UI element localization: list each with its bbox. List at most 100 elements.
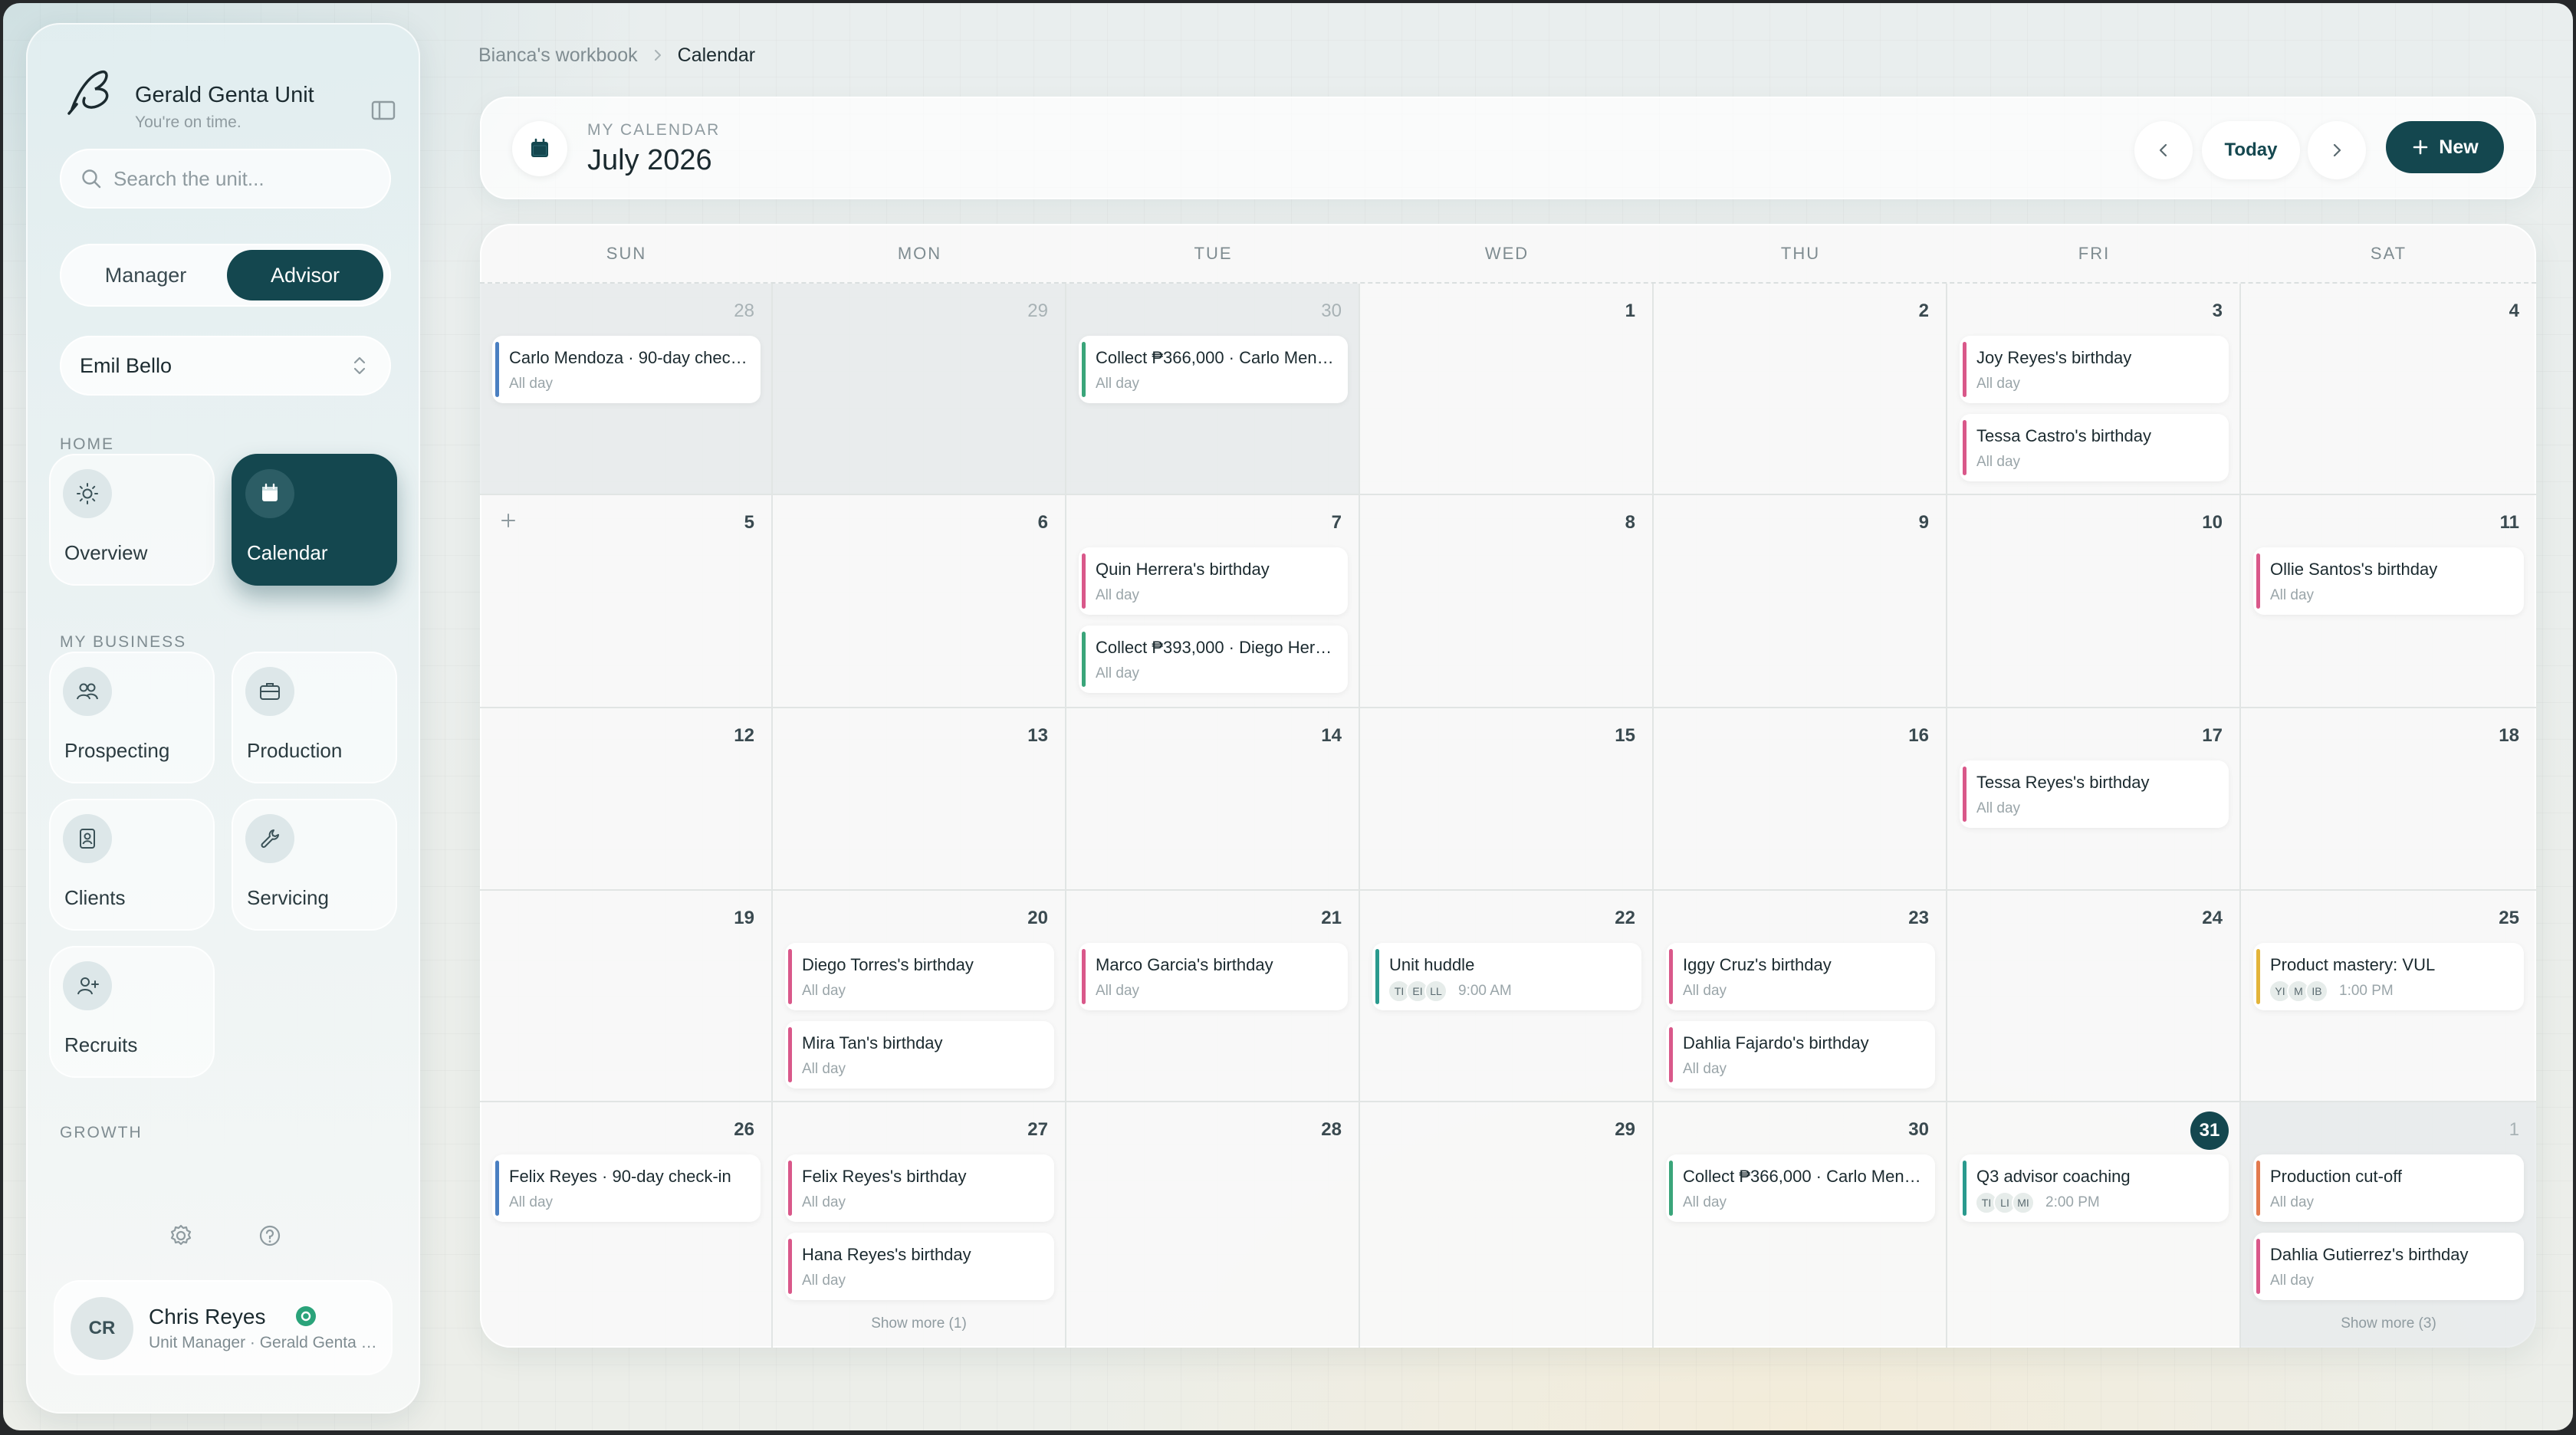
date-number: 27 [1027,1119,1048,1140]
event-card[interactable]: Marco Garcia's birthday All day [1079,943,1348,1010]
event-card[interactable]: Collect ₱366,000 · Carlo Mendoza All day [1079,336,1348,403]
nav-tile-clients[interactable]: Clients [49,799,215,931]
day-cell[interactable]: 8 [1360,495,1654,708]
event-card[interactable]: Quin Herrera's birthday All day [1079,547,1348,615]
day-cell[interactable]: 10 [1947,495,2241,708]
event-card[interactable]: Product mastery: VUL YI M IB 1:00 PM [2253,943,2524,1010]
event-title: Carlo Mendoza · 90-day check-in [509,348,750,367]
day-cell[interactable]: 13 [773,708,1066,891]
day-cell[interactable]: 16 [1654,708,1947,891]
sidebar-collapse-icon[interactable] [368,95,399,126]
event-card[interactable]: Ollie Santos's birthday All day [2253,547,2524,615]
date-number: 25 [2499,908,2519,928]
event-card[interactable]: Unit huddle TI EI LL 9:00 AM [1372,943,1641,1010]
chevron-right-icon [654,50,661,61]
weekday-label: FRI [2078,244,2111,263]
event-card[interactable]: Tessa Reyes's birthday All day [1960,760,2229,828]
event-title: Ollie Santos's birthday [2270,560,2438,579]
date-number: 11 [2499,512,2519,533]
day-cell[interactable]: 17 Tessa Reyes's birthday All day [1947,708,2241,891]
add-event-icon[interactable] [497,509,520,532]
day-cell[interactable]: 27 Felix Reyes's birthday All day Hana Reye… [773,1102,1066,1348]
day-cell[interactable]: 5 [480,495,773,708]
date-number: 1 [2509,1119,2519,1140]
role-advisor-button[interactable]: Advisor [227,250,383,300]
day-cell[interactable]: 4 [2241,284,2536,495]
search-box [60,149,391,209]
people-icon [77,683,98,700]
help-icon[interactable] [253,1219,287,1253]
month-calendar: SUN MON TUE WED THU FRI SAT 28 Carlo Mendoza · … [480,224,2536,1348]
nav-tile-overview[interactable]: Overview [49,454,215,586]
event-card[interactable]: Felix Reyes · 90-day check-in All day [492,1154,761,1222]
day-cell[interactable]: 12 [480,708,773,891]
day-cell[interactable]: 31 Q3 advisor coaching TI LI MI 2:00 PM [1947,1102,2241,1348]
day-cell[interactable]: 28 Carlo Mendoza · 90-day check-in All day [480,284,773,495]
event-card[interactable]: Felix Reyes's birthday All day [785,1154,1054,1222]
day-cell[interactable]: 23 Iggy Cruz's birthday All day Dahlia Faja… [1654,891,1947,1102]
new-event-button[interactable]: New [2386,121,2504,173]
day-cell[interactable]: 15 [1360,708,1654,891]
nav-tile-recruits[interactable]: Recruits [49,946,215,1078]
role-manager-button[interactable]: Manager [67,250,224,300]
day-cell[interactable]: 19 [480,891,773,1102]
calendar-badge [512,121,567,176]
gear-icon[interactable] [164,1219,198,1253]
day-cell[interactable]: 21 Marco Garcia's birthday All day [1066,891,1360,1102]
nav-tile-prospecting[interactable]: Prospecting [49,652,215,783]
show-more-link[interactable]: Show more (1) [773,1315,1065,1332]
event-card[interactable]: Production cut-off All day [2253,1154,2524,1222]
event-card[interactable]: Dahlia Gutierrez's birthday All day [2253,1233,2524,1300]
event-card[interactable]: Carlo Mendoza · 90-day check-in All day [492,336,761,403]
day-cell[interactable]: 29 [773,284,1066,495]
event-card[interactable]: Dahlia Fajardo's birthday All day [1666,1021,1935,1089]
day-cell[interactable]: 20 Diego Torres's birthday All day Mira Tan… [773,891,1066,1102]
tile-icon-wrap [63,667,112,716]
event-subtitle: All day [802,1061,846,1077]
event-card[interactable]: Tessa Castro's birthday All day [1960,414,2229,481]
nav-tile-servicing[interactable]: Servicing [232,799,397,931]
show-more-link[interactable]: Show more (3) [2241,1315,2536,1332]
day-cell[interactable]: 25 Product mastery: VUL YI M IB 1:00 PM [2241,891,2536,1102]
previous-month-button[interactable] [2134,121,2193,179]
event-card[interactable]: Iggy Cruz's birthday All day [1666,943,1935,1010]
date-number: 29 [1615,1119,1635,1140]
day-cell[interactable]: 3 Joy Reyes's birthday All day Tessa Castro… [1947,284,2241,495]
day-cell[interactable]: 7 Quin Herrera's birthday All day Collect ₱… [1066,495,1360,708]
day-cell[interactable]: 26 Felix Reyes · 90-day check-in All day [480,1102,773,1348]
event-card[interactable]: Diego Torres's birthday All day [785,943,1054,1010]
day-cell[interactable]: 30 Collect ₱366,000 · Carlo Mendoza All da… [1066,284,1360,495]
day-cell[interactable]: 24 [1947,891,2241,1102]
day-cell[interactable]: 9 [1654,495,1947,708]
day-cell[interactable]: 18 [2241,708,2536,891]
event-card[interactable]: Joy Reyes's birthday All day [1960,336,2229,403]
chevron-right-icon [2333,143,2341,157]
app-window: Gerald Genta Unit You're on time. Manage… [3,3,2573,1430]
avatar: CR [71,1297,133,1360]
today-button[interactable]: Today [2202,121,2300,179]
breadcrumb-parent[interactable]: Bianca's workbook [478,44,638,67]
search-input[interactable] [113,164,374,193]
day-cell[interactable]: 2 [1654,284,1947,495]
day-cell[interactable]: 29 [1360,1102,1654,1348]
day-cell[interactable]: 30 Collect ₱366,000 · Carlo Mendoza All da… [1654,1102,1947,1348]
event-card[interactable]: Hana Reyes's birthday All day [785,1233,1054,1300]
day-cell[interactable]: 28 [1066,1102,1360,1348]
nav-tile-calendar[interactable]: Calendar [232,454,397,586]
event-card[interactable]: Collect ₱393,000 · Diego Herrera All day [1079,626,1348,693]
nav-tile-production[interactable]: Production [232,652,397,783]
next-month-button[interactable] [2308,121,2366,179]
day-cell[interactable]: 11 Ollie Santos's birthday All day [2241,495,2536,708]
calendar-icon [531,138,548,157]
day-cell[interactable]: 1 [1360,284,1654,495]
day-cell[interactable]: 6 [773,495,1066,708]
day-cell[interactable]: 1 Production cut-off All day Dahlia Gutierr… [2241,1102,2536,1348]
advisor-select[interactable]: Emil Bello [60,336,391,396]
user-profile[interactable]: CR Chris Reyes Unit Manager · Gerald Gen… [54,1280,393,1375]
event-card[interactable]: Collect ₱366,000 · Carlo Mendoza All day [1666,1154,1935,1222]
event-subtitle: All day [2270,1194,2315,1210]
day-cell[interactable]: 22 Unit huddle TI EI LL 9:00 AM [1360,891,1654,1102]
event-card[interactable]: Mira Tan's birthday All day [785,1021,1054,1089]
event-card[interactable]: Q3 advisor coaching TI LI MI 2:00 PM [1960,1154,2229,1222]
day-cell[interactable]: 14 [1066,708,1360,891]
